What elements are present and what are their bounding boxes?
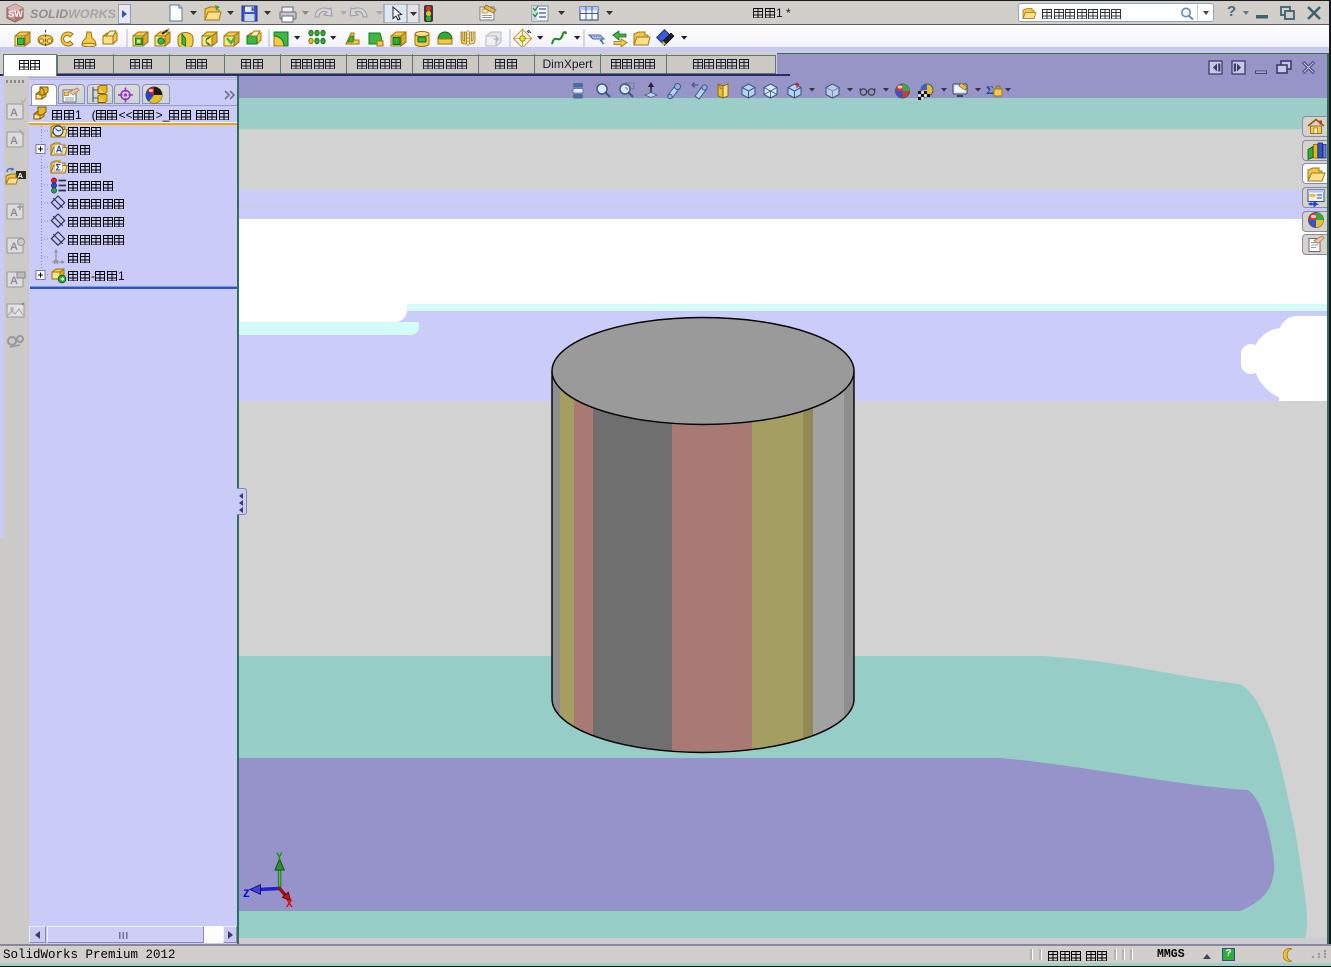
svg-text:SW: SW — [8, 9, 23, 19]
svg-text:Σ: Σ — [56, 163, 62, 173]
svg-text:Σ: Σ — [986, 83, 994, 97]
svg-text:A: A — [18, 171, 24, 180]
svg-text:Y: Y — [276, 852, 283, 864]
svg-text:A: A — [56, 145, 63, 155]
svg-text:X: X — [286, 899, 293, 911]
svg-text:Z: Z — [243, 889, 250, 901]
